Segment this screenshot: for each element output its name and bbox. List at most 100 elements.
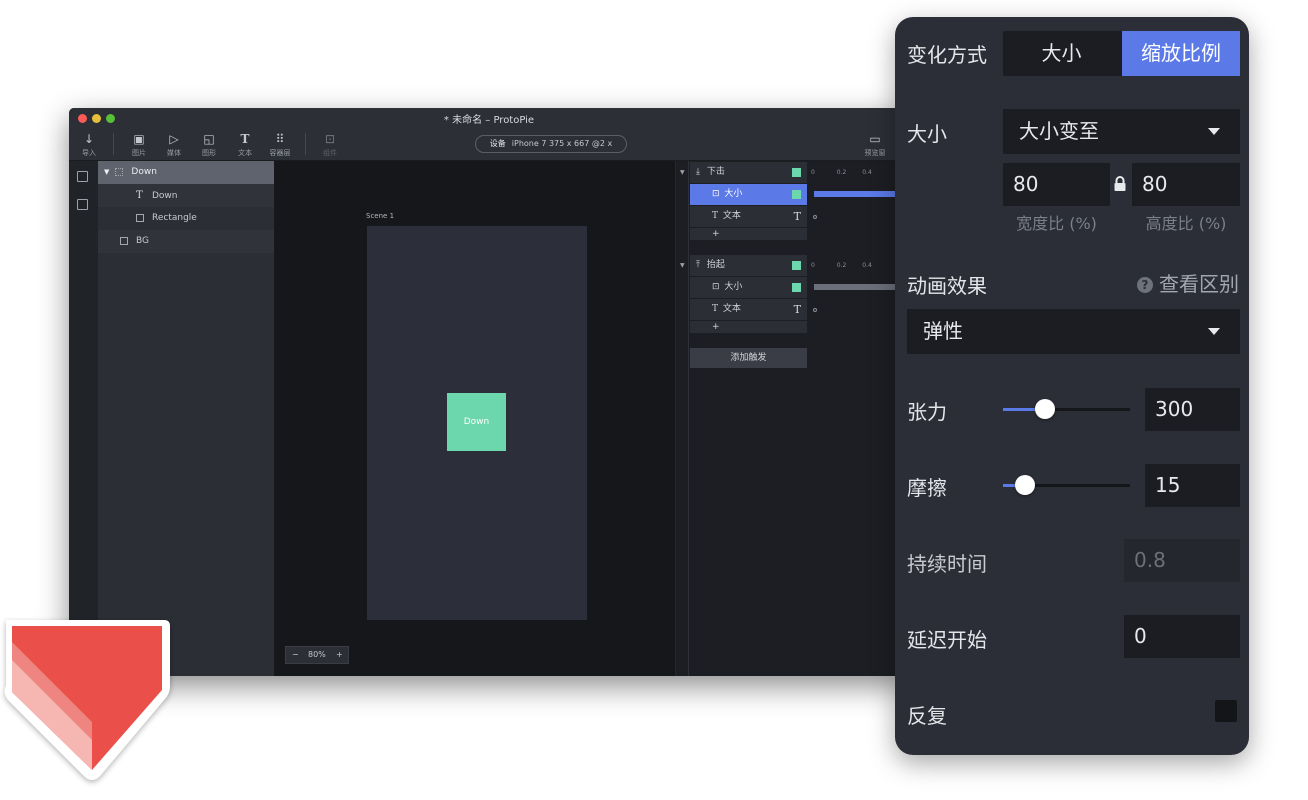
down-rectangle[interactable]: Down: [447, 393, 506, 451]
zoom-in-button[interactable]: +: [336, 647, 343, 663]
collapse-caret-icon[interactable]: ▼: [680, 169, 685, 176]
layer-row-text-down[interactable]: T Down: [98, 184, 274, 207]
friction-input[interactable]: 15: [1145, 464, 1240, 507]
delay-input[interactable]: 0: [1124, 615, 1240, 658]
timeline-ruler: 0 0.2 0.4: [811, 169, 872, 176]
scene-artboard[interactable]: Down: [367, 226, 587, 620]
text-target-icon: T: [793, 303, 801, 316]
response-name: 大小: [724, 282, 743, 292]
layer-name: Rectangle: [152, 213, 197, 223]
media-label: 媒体: [167, 149, 181, 157]
text-target-icon: T: [793, 210, 801, 223]
friction-slider-knob[interactable]: [1015, 475, 1035, 495]
response-size-row[interactable]: ⊡ 大小: [690, 277, 807, 298]
response-name: 大小: [724, 189, 743, 199]
preview-label: 预览窗: [864, 149, 886, 157]
import-icon: ↓: [83, 132, 95, 146]
timeline-ruler: 0 0.2 0.4: [811, 262, 872, 269]
canvas-area[interactable]: Scene 1 Down − 80% +: [275, 161, 675, 676]
size-mode-select[interactable]: 大小变至: [1003, 109, 1240, 154]
text-response-icon: T: [712, 304, 719, 314]
shape-button[interactable]: ◱ 图形: [191, 132, 227, 158]
property-panel: 变化方式 大小 缩放比例 大小 大小变至 80 80 宽度比 (%) 高度比 (…: [895, 17, 1249, 755]
response-text-row[interactable]: T 文本 T: [690, 206, 807, 227]
text-keyframe-dot[interactable]: [813, 215, 817, 219]
tension-slider[interactable]: [1003, 399, 1130, 419]
scale-icon: ⊡: [712, 282, 720, 292]
media-icon: ▷: [169, 132, 179, 146]
lock-icon[interactable]: [1113, 176, 1127, 192]
container-button[interactable]: ⠿ 容器层: [262, 132, 298, 158]
import-label: 导入: [82, 149, 96, 157]
zoom-out-button[interactable]: −: [292, 647, 299, 663]
animation-label: 动画效果: [907, 274, 987, 298]
text-button[interactable]: T 文本: [227, 132, 263, 158]
chevron-down-icon: [1208, 127, 1220, 135]
image-button[interactable]: ▣ 图片: [121, 132, 157, 158]
animation-select[interactable]: 弹性: [907, 309, 1240, 354]
layers-panel: ▼ Down T Down Rectangle BG: [98, 161, 275, 676]
protopie-window: * 未命名 – ProtoPie ↓ 导入 ▣ 图片 ▷ 媒体 ◱ 图形 T 文…: [69, 108, 909, 676]
title-bar: * 未命名 – ProtoPie ↓ 导入 ▣ 图片 ▷ 媒体 ◱ 图形 T 文…: [69, 108, 909, 161]
width-ratio-input[interactable]: 80: [1003, 163, 1110, 206]
size-label: 大小: [907, 122, 947, 146]
ruler-tick: 0.4: [862, 169, 872, 176]
add-trigger-button[interactable]: 添加触发: [690, 348, 807, 368]
component-button[interactable]: ⊡ 组件: [312, 132, 348, 158]
scene-label: Scene 1: [366, 212, 395, 220]
container-layer-icon: [115, 167, 124, 176]
tension-label: 张力: [907, 400, 947, 424]
text-icon: T: [240, 132, 250, 146]
protopie-logo: [0, 610, 180, 790]
text-label: 文本: [238, 149, 252, 157]
toolbar-divider: [305, 133, 306, 155]
change-mode-label: 变化方式: [907, 43, 987, 67]
ruler-tick: 0: [811, 169, 815, 176]
text-keyframe-dot[interactable]: [813, 308, 817, 312]
duration-input[interactable]: 0.8: [1124, 539, 1240, 582]
zoom-control: − 80% +: [285, 646, 349, 664]
container-icon: ⠿: [275, 132, 285, 146]
response-name: 文本: [722, 211, 741, 221]
layer-name: BG: [136, 236, 149, 246]
layer-row-container-down[interactable]: ▼ Down: [98, 161, 274, 184]
see-difference-link[interactable]: ? 查看区别: [1137, 271, 1239, 297]
response-name: 文本: [722, 304, 741, 314]
animation-value: 弹性: [923, 319, 963, 343]
expand-caret-icon[interactable]: ▼: [104, 168, 109, 176]
mode-option-scale[interactable]: 缩放比例: [1122, 31, 1240, 76]
component-label: 组件: [323, 149, 337, 157]
trigger-tap-up[interactable]: ⤒ 抬起: [690, 255, 807, 276]
trigger-tap-down[interactable]: ⤓ 下击: [690, 162, 807, 183]
preview-button[interactable]: ▭ 预览窗: [857, 132, 893, 158]
tension-input[interactable]: 300: [1145, 388, 1240, 431]
add-response-button[interactable]: +: [712, 322, 720, 332]
media-button[interactable]: ▷ 媒体: [156, 132, 192, 158]
width-ratio-caption: 宽度比 (%): [1016, 214, 1097, 233]
mode-option-size[interactable]: 大小: [1003, 31, 1120, 76]
target-color-swatch: [792, 283, 801, 292]
device-label: 设备: [489, 139, 506, 148]
ruler-tick: 0.2: [836, 169, 847, 176]
layers-panel-icon[interactable]: [77, 171, 88, 182]
collapse-caret-icon[interactable]: ▼: [680, 262, 685, 269]
height-ratio-input[interactable]: 80: [1132, 163, 1240, 206]
add-response-row[interactable]: +: [690, 228, 807, 240]
device-selector[interactable]: 设备 iPhone 7 375 x 667 @2 x: [475, 135, 627, 153]
add-response-button[interactable]: +: [712, 229, 720, 239]
trigger-name: 下击: [706, 167, 725, 177]
add-response-row[interactable]: +: [690, 321, 807, 333]
repeat-checkbox[interactable]: [1215, 700, 1237, 722]
import-button[interactable]: ↓ 导入: [71, 132, 107, 158]
size-mode-value: 大小变至: [1019, 119, 1099, 143]
target-color-swatch: [792, 168, 801, 177]
response-size-row[interactable]: ⊡ 大小: [690, 184, 807, 205]
friction-slider[interactable]: [1003, 475, 1130, 495]
tension-slider-knob[interactable]: [1035, 399, 1055, 419]
response-text-row[interactable]: T 文本 T: [690, 299, 807, 320]
layer-row-bg[interactable]: BG: [98, 230, 274, 253]
layer-row-rectangle[interactable]: Rectangle: [98, 207, 274, 230]
assets-panel-icon[interactable]: [77, 199, 88, 210]
ruler-tick: 0: [811, 262, 815, 269]
layer-name: Down: [152, 191, 178, 201]
